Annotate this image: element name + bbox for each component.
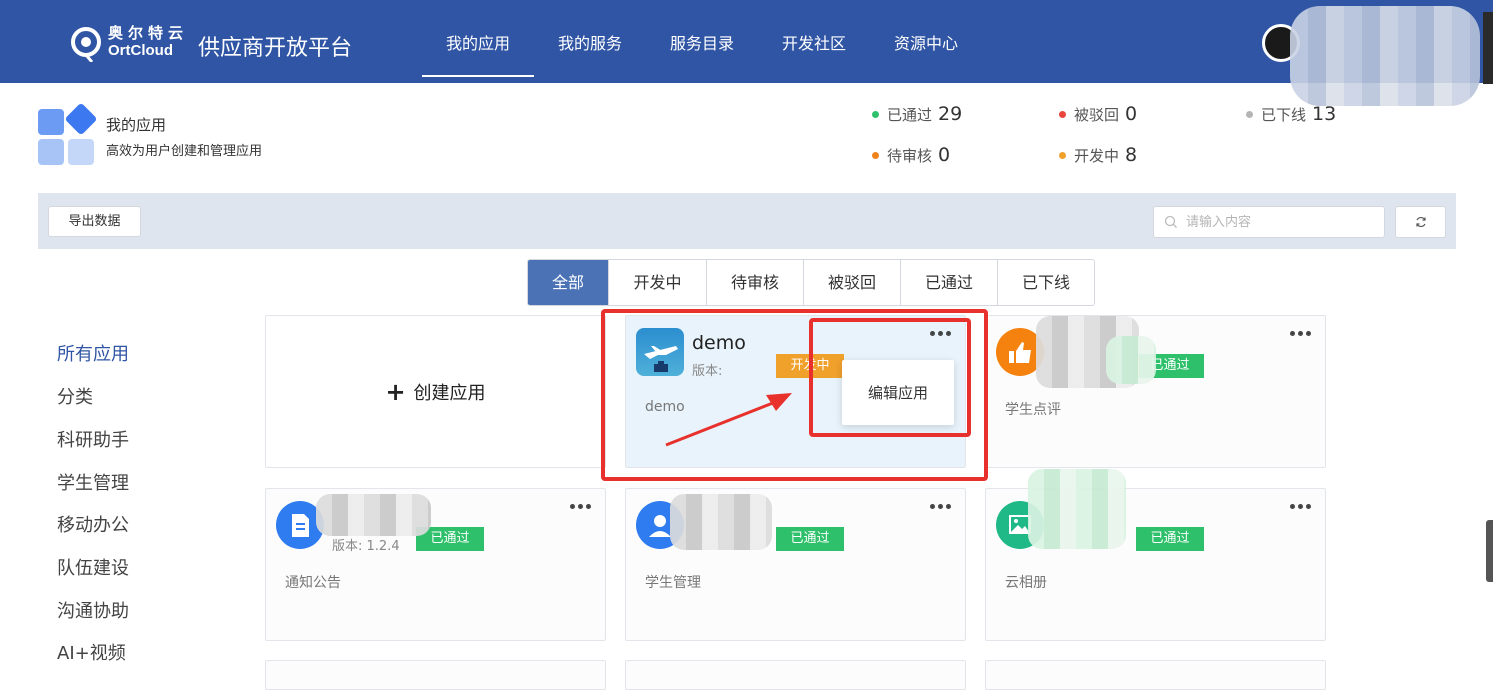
sidebar-item-team-building[interactable]: 队伍建设: [57, 554, 129, 580]
nav-my-services[interactable]: 我的服务: [534, 0, 646, 83]
stat-label: 被驳回: [1074, 105, 1120, 124]
sidebar-item-communication[interactable]: 沟通协助: [57, 597, 129, 623]
sidebar-item-category[interactable]: 分类: [57, 383, 93, 409]
stat-value: 0: [938, 144, 951, 166]
summary-description: 高效为用户创建和管理应用: [106, 144, 263, 159]
refresh-button[interactable]: [1395, 206, 1446, 238]
sidebar-item-ai-video[interactable]: AI+视频: [57, 639, 126, 665]
stat-value: 13: [1312, 103, 1337, 125]
plus-icon: +: [385, 377, 406, 406]
tab-approved[interactable]: 已通过: [901, 260, 998, 305]
nav-dev-community[interactable]: 开发社区: [758, 0, 870, 83]
sidebar-item-all-apps[interactable]: 所有应用: [57, 340, 129, 366]
app-card[interactable]: [985, 660, 1326, 690]
tab-pending[interactable]: 待审核: [707, 260, 804, 305]
app-version: 版本: 1.2.4: [332, 539, 400, 554]
app-card[interactable]: [265, 660, 606, 690]
app-description: 通知公告: [285, 575, 341, 591]
status-dot-icon: [1059, 110, 1066, 118]
more-options-icon[interactable]: [569, 501, 593, 513]
app-card-notice[interactable]: 版本: 1.2.4 已通过 通知公告: [265, 488, 606, 641]
nav-resource-center[interactable]: 资源中心: [870, 0, 982, 83]
more-options-icon[interactable]: [1289, 328, 1313, 340]
blurred-user-info: [1290, 6, 1480, 106]
sidebar-item-mobile-office[interactable]: 移动办公: [57, 511, 129, 537]
status-dot-icon: [1059, 151, 1066, 159]
platform-title: 供应商开放平台: [198, 36, 353, 61]
nav-service-catalog[interactable]: 服务目录: [646, 0, 758, 83]
export-data-button[interactable]: 导出数据: [48, 206, 141, 237]
logo-mark-icon: [71, 27, 101, 62]
status-dot-icon: [1246, 110, 1253, 118]
stat-label: 开发中: [1074, 146, 1120, 165]
stat-pending[interactable]: 待审核 0: [872, 144, 950, 166]
main-nav: 我的应用 我的服务 服务目录 开发社区 资源中心: [422, 0, 982, 83]
blurred-app-name: [316, 494, 431, 536]
tab-rejected[interactable]: 被驳回: [804, 260, 901, 305]
status-dot-icon: [872, 110, 879, 118]
annotation-highlight-box: [809, 318, 971, 437]
my-apps-icon: [38, 102, 98, 166]
more-options-icon[interactable]: [1289, 501, 1313, 513]
stat-label: 待审核: [887, 146, 933, 165]
tab-developing[interactable]: 开发中: [609, 260, 707, 305]
ortcloud-logo[interactable]: 奥尔特云 OrtCloud: [70, 22, 190, 64]
toolbar: 导出数据: [38, 193, 1456, 249]
stat-rejected[interactable]: 被驳回 0: [1059, 103, 1137, 125]
stat-label: 已通过: [887, 105, 933, 124]
scrollbar[interactable]: [1486, 520, 1493, 582]
tab-offline[interactable]: 已下线: [998, 260, 1094, 305]
blurred-region: [1106, 336, 1156, 384]
logo-chinese-text: 奥尔特云: [108, 24, 189, 42]
status-badge: 已通过: [776, 527, 844, 551]
stat-value: 29: [938, 103, 963, 125]
search-box[interactable]: [1153, 206, 1385, 238]
create-app-card[interactable]: + 创建应用: [265, 315, 606, 468]
app-card[interactable]: [625, 660, 966, 690]
stat-value: 8: [1125, 144, 1138, 166]
app-card-student-mgmt[interactable]: 已通过 学生管理: [625, 488, 966, 641]
stat-approved[interactable]: 已通过 29: [872, 103, 962, 125]
stat-offline[interactable]: 已下线 13: [1246, 103, 1336, 125]
logo-english-text: OrtCloud: [108, 42, 173, 59]
app-card-cloud-album[interactable]: 已通过 云相册: [985, 469, 1326, 641]
top-navigation-bar: 奥尔特云 OrtCloud 供应商开放平台 我的应用 我的服务 服务目录 开发社…: [0, 0, 1493, 106]
search-icon: [1164, 215, 1177, 228]
app-card-student-review[interactable]: 已通过 学生点评: [985, 315, 1326, 468]
annotation-arrow-icon: [665, 393, 792, 447]
tab-all[interactable]: 全部: [528, 260, 609, 305]
stat-value: 0: [1125, 103, 1138, 125]
status-filter-tabs: 全部 开发中 待审核 被驳回 已通过 已下线: [527, 259, 1095, 306]
status-dot-icon: [872, 151, 879, 159]
blurred-app-name: [670, 494, 772, 550]
search-input[interactable]: [1186, 212, 1376, 232]
stat-label: 已下线: [1261, 105, 1307, 124]
status-badge: 已通过: [1136, 527, 1204, 551]
app-description: 云相册: [1005, 575, 1047, 591]
summary-title: 我的应用: [106, 116, 167, 134]
window-edge: [1483, 12, 1493, 84]
app-description: 学生管理: [645, 575, 701, 591]
refresh-icon: [1416, 216, 1426, 228]
sidebar-item-student-mgmt[interactable]: 学生管理: [57, 469, 129, 495]
user-menu[interactable]: [1262, 6, 1482, 106]
blurred-app-name: [1028, 469, 1126, 549]
stat-developing[interactable]: 开发中 8: [1059, 144, 1137, 166]
sidebar-item-research[interactable]: 科研助手: [57, 426, 129, 452]
create-app-label: 创建应用: [413, 382, 486, 404]
more-options-icon[interactable]: [929, 501, 953, 513]
app-description: 学生点评: [1005, 402, 1061, 418]
nav-my-apps[interactable]: 我的应用: [422, 0, 534, 83]
